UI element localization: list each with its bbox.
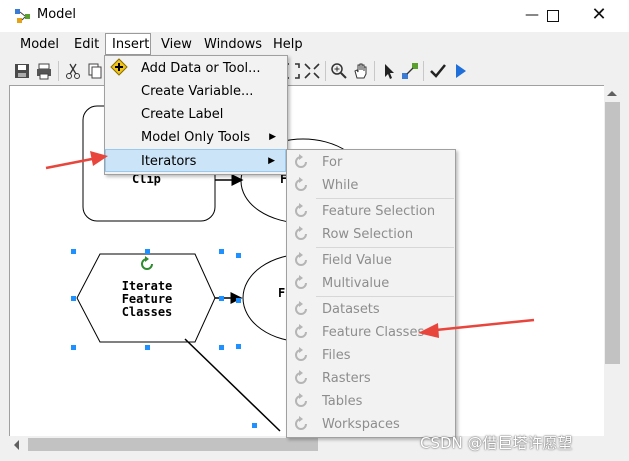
submenu-item-label: Files [322,348,351,363]
selection-handle[interactable] [71,345,76,350]
selection-handle[interactable] [236,344,241,349]
iterator-label: Iterate Feature Classes [101,280,193,319]
iterator-loop-icon [295,154,307,168]
menu-separator [316,296,454,297]
submenu-arrow-icon: ▶ [268,156,275,166]
menu-item-label: Create Variable... [141,84,254,99]
toolbar-separator [423,61,424,81]
menu-item-label: Create Label [141,107,224,122]
selection-handle[interactable] [219,249,224,254]
save-icon[interactable] [13,62,31,80]
selection-handle[interactable] [71,249,76,254]
menu-item-label: Add Data or Tool... [141,61,261,76]
run-icon[interactable] [451,62,469,80]
toolbar-separator [58,61,59,81]
selection-handle[interactable] [145,249,150,254]
scroll-left-arrow-icon[interactable] [14,440,19,450]
iterator-loop-icon [295,416,307,430]
selection-handle[interactable] [145,345,150,350]
selection-handle[interactable] [252,423,257,428]
pan-hand-icon[interactable] [352,62,370,80]
submenu-item-field-value[interactable]: Field Value [287,249,454,272]
horizontal-scroll-thumb[interactable] [28,438,318,451]
output-2-label: F [278,286,286,300]
submenu-item-label: Row Selection [322,227,414,242]
iterator-loop-icon [295,177,307,191]
iterator-loop-icon [295,203,307,217]
fit-to-window-icon[interactable] [303,62,321,80]
submenu-item-rasters[interactable]: Rasters [287,367,454,390]
iterator-loop-icon [295,301,307,315]
iterator-loop-icon [295,393,307,407]
vertical-scrollbar[interactable] [604,85,621,435]
submenu-arrow-icon: ▶ [269,132,276,142]
submenu-item-row-selection[interactable]: Row Selection [287,223,454,246]
annotation-arrow-feature-classes [418,318,535,338]
submenu-item-files[interactable]: Files [287,344,454,367]
menu-item-model-only-tools[interactable]: Model Only Tools ▶ [105,126,286,149]
menu-separator [316,247,454,248]
cut-icon[interactable] [64,62,82,80]
iterator-loop-icon [295,252,307,266]
menu-help[interactable]: Help [269,36,307,54]
menu-item-create-variable[interactable]: Create Variable... [105,80,286,103]
submenu-item-feature-selection[interactable]: Feature Selection [287,200,454,223]
submenu-item-label: Field Value [322,253,392,268]
menu-windows[interactable]: Windows [200,36,266,54]
menu-model[interactable]: Model [16,36,63,54]
menu-item-label: Iterators [141,154,197,169]
submenu-item-label: Feature Classes [322,325,425,340]
submenu-item-label: For [322,155,343,170]
menu-item-label: Model Only Tools [141,130,251,145]
zoom-in-icon[interactable] [330,62,348,80]
print-icon[interactable] [35,62,53,80]
menu-view[interactable]: View [157,36,196,54]
iterator-loop-icon [295,347,307,361]
menu-item-iterators[interactable]: Iterators ▶ [105,149,286,172]
submenu-item-while[interactable]: While [287,174,454,197]
toolbar-separator [325,61,326,81]
submenu-item-label: While [322,178,359,193]
submenu-item-multivalue[interactable]: Multivalue [287,272,454,295]
submenu-item-for[interactable]: For [287,151,454,174]
iterator-loop-icon [295,370,307,384]
validate-checkmark-icon[interactable] [429,62,447,80]
menu-edit[interactable]: Edit [70,36,103,54]
submenu-item-label: Multivalue [322,276,390,291]
selection-handle[interactable] [219,345,224,350]
menu-item-create-label[interactable]: Create Label [105,103,286,126]
iterator-loop-icon [295,275,307,289]
maximize-icon [547,10,559,22]
select-arrow-icon[interactable] [380,62,398,80]
submenu-item-label: Rasters [322,371,371,386]
vertical-scroll-thumb[interactable] [605,102,620,364]
add-connection-icon[interactable] [401,62,419,80]
selection-handle[interactable] [236,298,241,303]
iterator-loop-icon [141,256,153,270]
iterator-loop-icon [295,324,307,338]
close-button[interactable]: ✕ [576,0,622,32]
menu-insert[interactable]: Insert [108,36,153,54]
maximize-button[interactable] [530,0,576,32]
window-title: Model [37,7,77,22]
iterator-label-line: Classes [121,305,173,319]
menu-separator [316,198,454,199]
selection-handle[interactable] [236,253,241,258]
scroll-up-arrow-icon[interactable] [607,91,617,96]
submenu-item-label: Datasets [322,302,380,317]
copy-icon[interactable] [86,62,104,80]
modelbuilder-icon [15,9,30,23]
iterator-loop-icon [295,226,307,240]
submenu-item-tables[interactable]: Tables [287,390,454,413]
selection-handle[interactable] [219,296,224,301]
toolbar-separator [374,61,375,81]
annotation-arrow-iterators [45,151,108,170]
watermark-text: CSDN @借巨塔许愿望 [420,434,573,452]
menu-item-add-data-or-tool[interactable]: Add Data or Tool... [105,57,286,80]
submenu-item-label: Workspaces [322,417,400,432]
submenu-item-label: Tables [322,394,363,409]
submenu-item-label: Feature Selection [322,204,436,219]
selection-handle[interactable] [71,296,76,301]
